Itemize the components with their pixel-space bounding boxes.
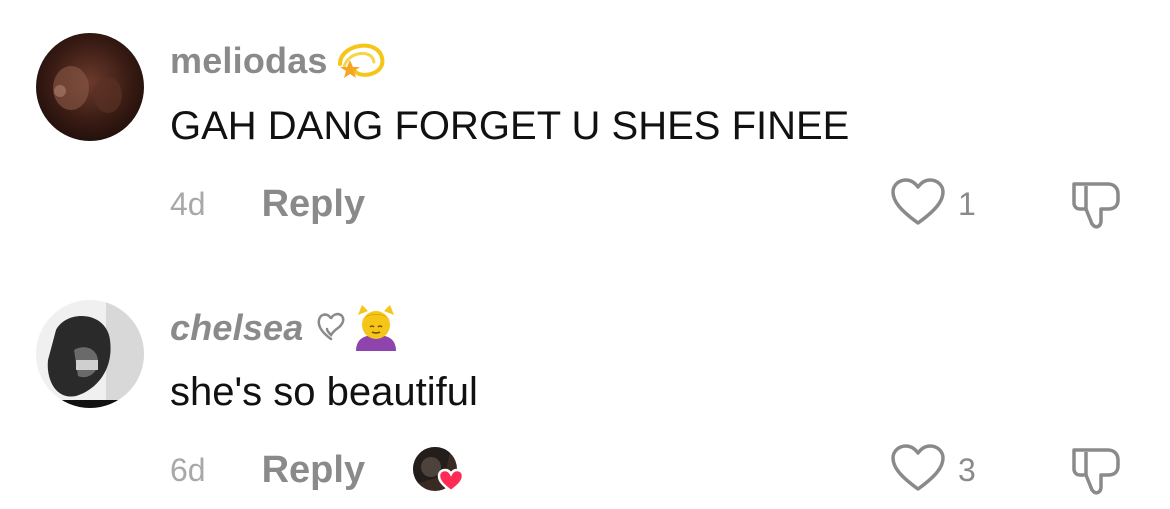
comment-meta: 4d Reply xyxy=(170,179,365,229)
like-button[interactable]: 3 xyxy=(890,443,976,498)
like-count: 3 xyxy=(958,451,976,488)
face-massage-icon xyxy=(352,301,400,356)
like-count: 1 xyxy=(958,185,976,222)
thumbs-down-icon xyxy=(1072,448,1120,495)
reply-button[interactable]: Reply xyxy=(262,449,365,492)
dizzy-star-icon xyxy=(334,34,388,89)
username[interactable]: meliodas xyxy=(170,40,328,82)
dislike-button[interactable] xyxy=(1068,176,1124,232)
like-button[interactable]: 1 xyxy=(890,177,976,232)
thumbs-down-icon xyxy=(1072,182,1120,229)
username-row: chelsea xyxy=(170,303,400,353)
avatar[interactable] xyxy=(36,300,144,408)
username[interactable]: chelsea xyxy=(170,307,304,349)
username-row: meliodas xyxy=(170,36,388,86)
comment-age: 6d xyxy=(170,451,206,488)
comment-text: GAH DANG FORGET U SHES FINEE xyxy=(170,104,850,148)
heart-outline-badge-icon xyxy=(316,309,346,348)
reply-button[interactable]: Reply xyxy=(262,183,365,226)
comment-meta: 6d Reply xyxy=(170,445,467,495)
heart-outline-icon xyxy=(890,177,946,232)
comment-age: 4d xyxy=(170,185,206,222)
comment-text: she's so beautiful xyxy=(170,370,478,414)
dislike-button[interactable] xyxy=(1068,442,1124,498)
creator-liked-indicator xyxy=(411,445,467,495)
avatar[interactable] xyxy=(36,33,144,141)
heart-outline-icon xyxy=(890,443,946,498)
